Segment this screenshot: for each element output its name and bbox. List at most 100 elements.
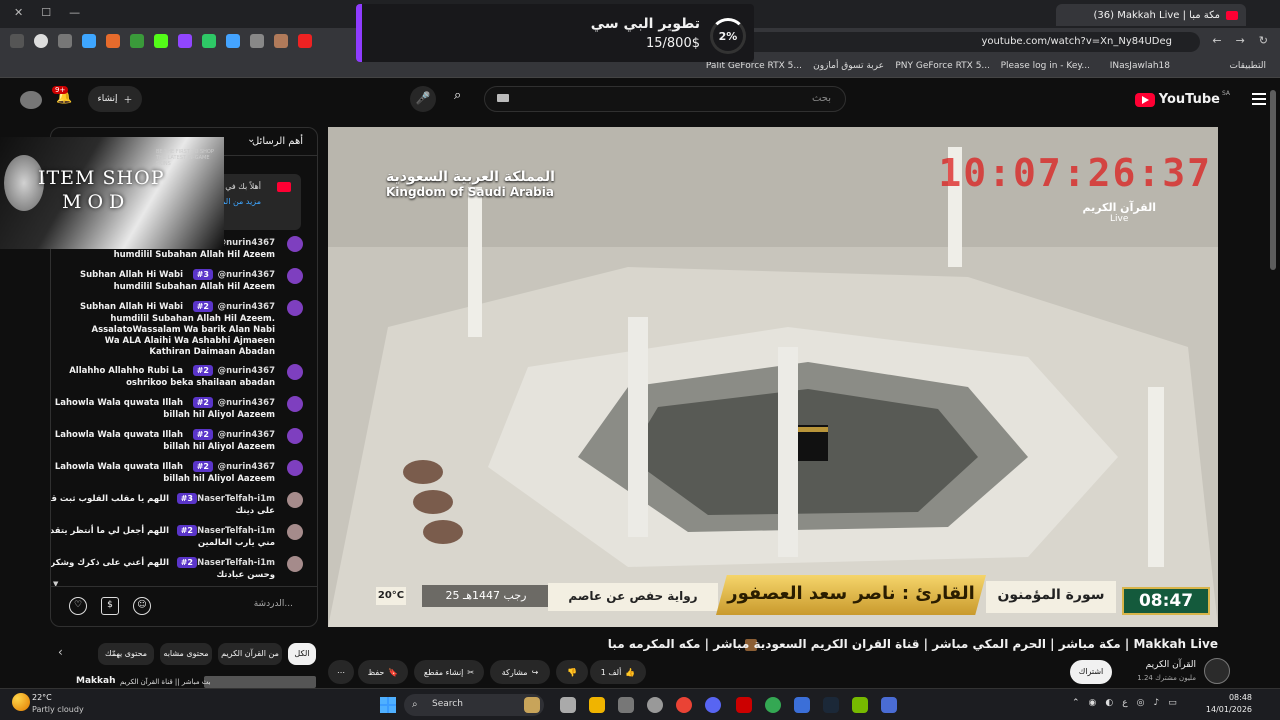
system-date[interactable]: 14/01/2026 [1206,705,1252,714]
page-scrollbar[interactable] [1270,90,1276,270]
emoji-icon[interactable]: ☺ [133,597,151,615]
taskbar-search[interactable]: ⌕ Search [404,694,544,716]
avatar[interactable] [287,364,303,380]
search-input[interactable]: بحث [484,86,846,112]
app-icon[interactable] [618,697,634,713]
chip-quran[interactable]: من القرآن الكريم [218,643,282,665]
avatar[interactable] [287,428,303,444]
bookmark-item[interactable]: عربة تسوق أمازون [813,61,884,71]
steam-icon[interactable] [823,697,839,713]
create-button[interactable]: إنشاء ＋ [88,86,142,112]
keyboard-icon[interactable] [497,94,509,102]
voice-search-button[interactable]: 🎤 [410,86,436,112]
extension-icon[interactable] [58,34,72,48]
search-button[interactable]: ⌕ [454,88,478,110]
chat-username[interactable]: @nurin4367 [218,430,275,441]
bookmark-item[interactable]: Please log in - Key... [1001,61,1090,71]
avatar[interactable] [287,524,303,540]
chip-for-you[interactable]: محتوى يهمّك [98,643,154,665]
avatar[interactable] [287,460,303,476]
dislike-button[interactable]: 👎 [556,660,588,684]
extension-icon[interactable] [130,34,144,48]
chat-username[interactable]: @NaserTelfah-i1m [189,558,275,569]
chat-username[interactable]: @nurin4367 [218,462,275,473]
extension-icon[interactable] [274,34,288,48]
extension-icon[interactable] [298,34,312,48]
hamburger-menu-icon[interactable] [1252,93,1266,105]
avatar[interactable] [287,300,303,316]
network-icon[interactable]: ◎ [1137,698,1145,708]
chat-username[interactable]: @nurin4367 [218,270,275,281]
bookmark-item[interactable]: PNY GeForce RTX 5... [895,61,990,71]
chip-similar[interactable]: محتوى مشابه [160,643,212,665]
chat-username[interactable]: @nurin4367 [218,302,275,313]
bookmark-item[interactable]: Palit GeForce RTX 5... [706,61,802,71]
youtube-logo[interactable]: YouTube [1134,92,1220,107]
video-player[interactable]: المملكة العربية السعودية Kingdom of Saud… [328,127,1218,627]
chat-username[interactable]: @nurin4367 [218,238,275,249]
close-window-icon[interactable]: ✕ [14,6,23,19]
profile-icon[interactable] [34,34,48,48]
chevron-up-icon[interactable]: ⌃ [1072,698,1080,708]
reload-icon[interactable]: ↻ [1259,34,1268,47]
chat-username[interactable]: @nurin4367 [218,366,275,377]
app-icon[interactable] [524,697,540,713]
language-indicator[interactable]: ع [1122,698,1127,708]
share-button[interactable]: مشاركة ↪ [490,660,550,684]
chrome-icon[interactable] [676,697,692,713]
speaker-icon[interactable] [250,34,264,48]
chat-username[interactable]: @NaserTelfah-i1m [189,526,275,537]
tray-app-icon[interactable]: ◐ [1105,698,1113,708]
volume-icon[interactable]: ♪ [1154,698,1160,708]
weather-icon[interactable] [12,693,30,711]
tab-youtube[interactable]: (36) Makkah Live | مكة مبا [1056,4,1246,26]
bookmark-item[interactable]: INasJawlah18 [1110,61,1170,71]
battery-icon[interactable]: ▭ [1168,698,1177,708]
discord-icon[interactable] [705,697,721,713]
channel-avatar[interactable] [1204,658,1230,684]
file-explorer-icon[interactable] [589,697,605,713]
chevron-left-icon[interactable]: ‹ [58,645,63,659]
system-time[interactable]: 08:48 [1229,693,1252,702]
avatar[interactable] [287,492,303,508]
chevron-down-icon[interactable]: ⌄ [247,134,255,145]
chat-username[interactable]: @nurin4367 [218,398,275,409]
chip-all[interactable]: الكل [288,643,316,665]
chat-input[interactable]: ♡ $ ☺ الدردشة... [51,586,317,626]
heart-icon[interactable]: ♡ [69,597,87,615]
nvidia-icon[interactable] [852,697,868,713]
like-button[interactable]: 1 ألف 👍 [590,660,646,684]
recommendation-thumbnail[interactable] [204,676,316,688]
save-button[interactable]: حفظ 🔖 [358,660,408,684]
chat-username[interactable]: @NaserTelfah-i1m [189,494,275,505]
windows-start-icon[interactable] [380,697,396,713]
avatar[interactable] [287,268,303,284]
maximize-icon[interactable]: ☐ [41,6,51,19]
recommendation-title[interactable]: Makkah [76,676,115,686]
extension-icon[interactable] [154,34,168,48]
avatar[interactable] [20,91,42,109]
super-chat-icon[interactable]: $ [101,597,119,615]
extension-icon[interactable] [106,34,120,48]
chrome-icon[interactable] [765,697,781,713]
browser-icon[interactable] [794,697,810,713]
avatar[interactable] [287,396,303,412]
avatar[interactable] [287,236,303,252]
bookmark-apps[interactable]: التطبيقات [1229,61,1266,71]
app-icon[interactable] [736,697,752,713]
extension-icon[interactable] [178,34,192,48]
channel-name[interactable]: القرآن الكريم [1146,660,1196,670]
forward-icon[interactable]: → [1236,34,1245,47]
menu-dots-icon[interactable] [10,34,24,48]
clip-button[interactable]: إنشاء مقطع ✂ [414,660,484,684]
settings-gear-icon[interactable] [647,697,663,713]
more-actions-button[interactable]: ⋯ [328,660,354,684]
extension-icon[interactable] [202,34,216,48]
extension-icon[interactable] [82,34,96,48]
task-view-icon[interactable] [560,697,576,713]
extension-icon[interactable] [226,34,240,48]
app-icon[interactable] [881,697,897,713]
minimize-icon[interactable]: — [69,6,80,19]
subscribe-button[interactable]: اشتراك [1070,660,1112,684]
avatar[interactable] [287,556,303,572]
